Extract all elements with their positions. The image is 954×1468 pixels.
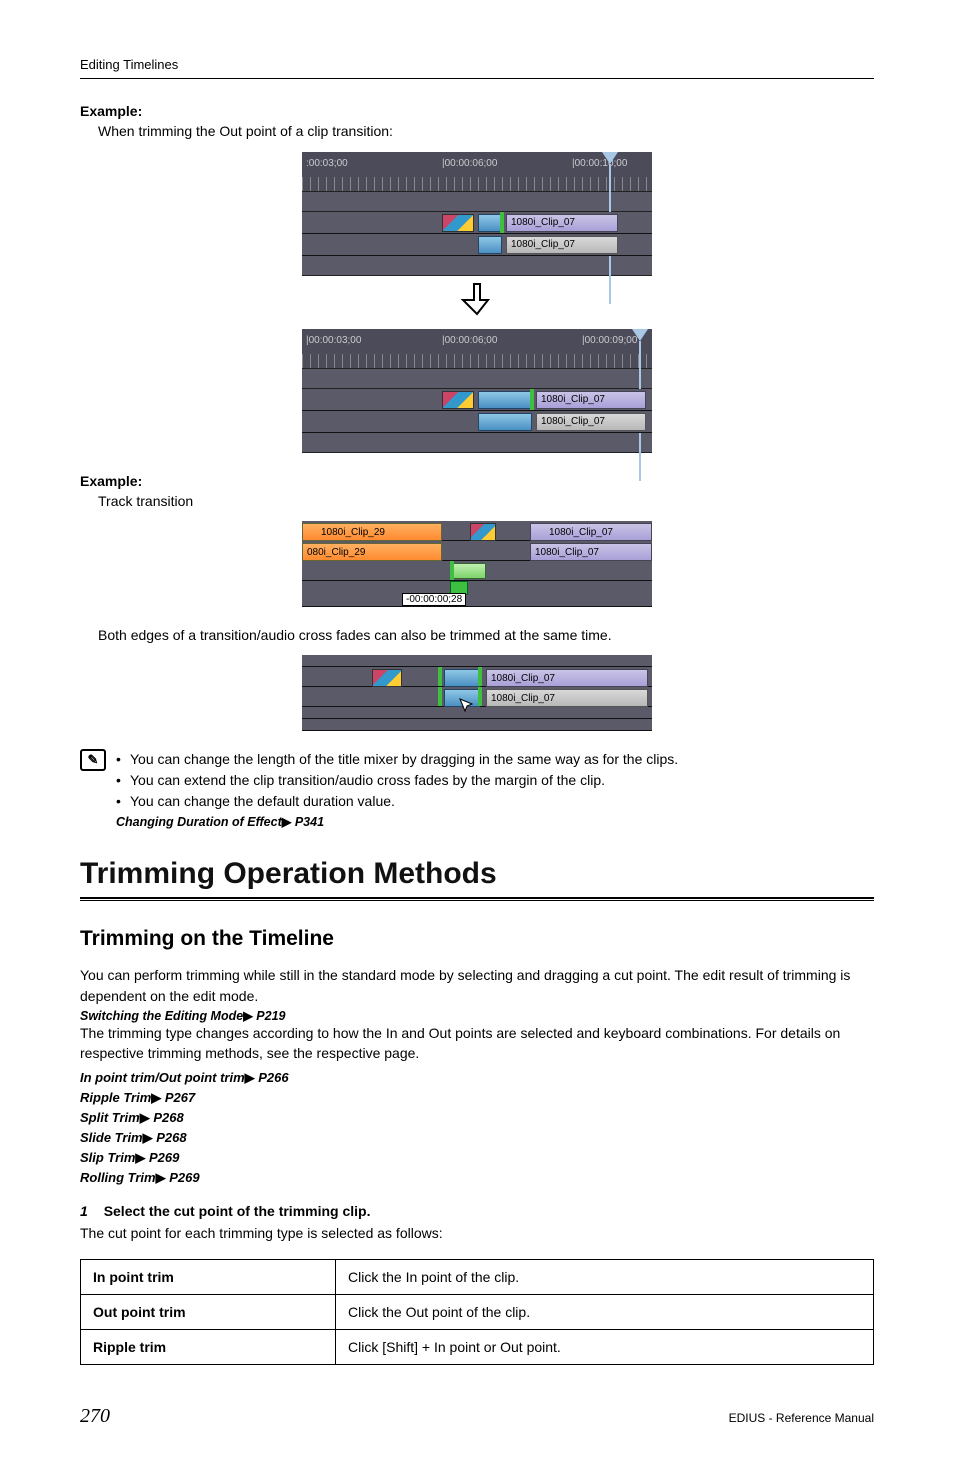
timecode: :00:03;00	[306, 158, 348, 169]
cursor-pointer-icon	[458, 697, 474, 713]
step-number: 1	[80, 1203, 88, 1219]
section-title: Trimming Operation Methods	[80, 857, 874, 891]
header-breadcrumb: Editing Timelines	[80, 57, 178, 72]
table-header-cell: Out point trim	[81, 1294, 336, 1329]
timecode: |00:00:06;00	[442, 335, 497, 346]
table-row: In point trim Click the In point of the …	[81, 1259, 874, 1294]
audio-crossfade-bar	[478, 413, 532, 431]
audio-clip: 1080i_Clip_07	[486, 689, 648, 707]
video-clip-left: 1080i_Clip_29	[302, 523, 442, 541]
figure-track-transition: 1080i_Clip_29 1080i_Clip_07 080i_Clip_29…	[302, 521, 652, 607]
example2-heading: Example:	[80, 473, 142, 489]
cut-point-in	[438, 667, 442, 686]
down-arrow-icon	[302, 276, 652, 329]
manual-title: EDIUS - Reference Manual	[729, 1411, 874, 1425]
transition-bar	[444, 669, 480, 687]
timecode: |00:00:09;00	[582, 335, 637, 346]
figure-trim-out-after: |00:00:03;00 |00:00:06;00 |00:00:09;00 1…	[302, 329, 652, 453]
cut-point-out	[530, 389, 534, 410]
page-number: 270	[80, 1405, 110, 1428]
section-subtitle: Trimming on the Timeline	[80, 927, 874, 951]
xref-link[interactable]: Split Trim▶ P268	[80, 1108, 874, 1128]
track-crossfade	[452, 563, 486, 579]
playhead-cursor	[632, 329, 648, 341]
note-item: You can extend the clip transition/audio…	[116, 770, 678, 791]
clip-thumbnail	[372, 669, 402, 687]
xref-link[interactable]: Switching the Editing Mode▶ P219	[80, 1008, 874, 1023]
xref-link[interactable]: In point trim/Out point trim▶ P266	[80, 1068, 874, 1088]
table-cell: Click the Out point of the clip.	[336, 1294, 874, 1329]
cut-point-out	[478, 687, 482, 706]
timecode: |00:00:03;00	[306, 335, 361, 346]
step-1: 1 Select the cut point of the trimming c…	[80, 1203, 874, 1219]
table-cell: Click the In point of the clip.	[336, 1259, 874, 1294]
xref-link-list: In point trim/Out point trim▶ P266 Rippl…	[80, 1068, 874, 1189]
cut-point-in	[438, 687, 442, 706]
example2-caption: Track transition	[98, 491, 874, 511]
transition-bar	[478, 391, 532, 409]
section-intro1: You can perform trimming while still in …	[80, 965, 874, 1006]
example1-caption: When trimming the Out point of a clip tr…	[98, 121, 874, 141]
table-header-cell: Ripple trim	[81, 1329, 336, 1364]
duration-tooltip: -00:00:00;28	[402, 593, 466, 606]
playhead-cursor	[602, 152, 618, 164]
audio-clip-right: 1080i_Clip_07	[530, 543, 652, 561]
audio-clip-left: 080i_Clip_29	[302, 543, 442, 561]
step-text: Select the cut point of the trimming cli…	[104, 1203, 371, 1219]
trim-type-table: In point trim Click the In point of the …	[80, 1259, 874, 1365]
table-header-cell: In point trim	[81, 1259, 336, 1294]
clip-thumbnail	[470, 523, 496, 541]
table-row: Ripple trim Click [Shift] + In point or …	[81, 1329, 874, 1364]
note-icon: ✎	[80, 749, 106, 771]
section-intro2: The trimming type changes according to h…	[80, 1023, 874, 1064]
transition-bar	[478, 214, 502, 232]
cut-point-out	[478, 667, 482, 686]
video-clip: 1080i_Clip_07	[506, 214, 618, 232]
xref-link[interactable]: Slip Trim▶ P269	[80, 1148, 874, 1168]
timecode: |00:00:06;00	[442, 158, 497, 169]
cut-point-in	[450, 561, 454, 580]
note-item: You can change the default duration valu…	[116, 791, 678, 812]
clip-thumbnail	[442, 391, 474, 409]
video-clip: 1080i_Clip_07	[486, 669, 648, 687]
xref-link[interactable]: Rolling Trim▶ P269	[80, 1168, 874, 1188]
step-after-text: The cut point for each trimming type is …	[80, 1223, 874, 1243]
audio-clip: 1080i_Clip_07	[536, 413, 646, 431]
video-clip: 1080i_Clip_07	[536, 391, 646, 409]
section-rule	[80, 897, 874, 901]
example1-heading: Example:	[80, 103, 142, 119]
table-cell: Click [Shift] + In point or Out point.	[336, 1329, 874, 1364]
timecode: |00:00:10;00	[572, 158, 627, 169]
audio-clip: 1080i_Clip_07	[506, 236, 618, 254]
both-edges-text: Both edges of a transition/audio cross f…	[98, 625, 874, 645]
note-list: You can change the length of the title m…	[116, 749, 678, 829]
note-item: You can change the length of the title m…	[116, 749, 678, 770]
figure-trim-out-before: :00:03;00 |00:00:06;00 |00:00:10;00 1080…	[302, 152, 652, 276]
cut-point-out	[500, 212, 504, 233]
xref-link[interactable]: Changing Duration of Effect▶ P341	[116, 814, 678, 829]
clip-thumbnail	[442, 214, 474, 232]
audio-crossfade-bar	[478, 236, 502, 254]
video-clip-right: 1080i_Clip_07	[530, 523, 652, 541]
figure-both-edges: 1080i_Clip_07 1080i_Clip_07	[302, 655, 652, 731]
xref-link[interactable]: Slide Trim▶ P268	[80, 1128, 874, 1148]
table-row: Out point trim Click the Out point of th…	[81, 1294, 874, 1329]
xref-link[interactable]: Ripple Trim▶ P267	[80, 1088, 874, 1108]
